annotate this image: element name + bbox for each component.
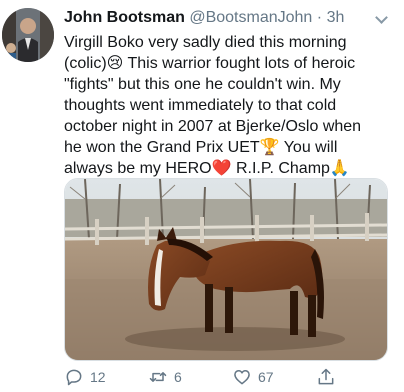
tweet-text-line: thoughts went immediately to that cold — [64, 97, 337, 114]
timestamp[interactable]: 3h — [327, 9, 345, 26]
tweet-text-line: Virgill Boko very sadly died this mornin… — [64, 34, 347, 51]
tweet-text-line: "fights" but this one he couldn't win. M… — [64, 76, 341, 93]
like-count: 67 — [258, 369, 274, 385]
reply-icon — [66, 369, 82, 386]
tweet-text-line: (colic)😢 This warrior fought lots of her… — [64, 55, 356, 72]
tweet-header: John Bootsman @BootsmanJohn · 3h — [64, 8, 396, 30]
share-button[interactable] — [316, 366, 336, 388]
tweet-text-line: always be my HERO❤️ R.I.P. Champ🙏 — [64, 160, 350, 177]
tweet-photo[interactable] — [64, 178, 388, 361]
author-name[interactable]: John Bootsman — [64, 9, 185, 26]
avatar-photo — [2, 8, 54, 62]
tweet-actions: 12 6 67 — [64, 366, 364, 388]
reply-button[interactable]: 12 — [64, 366, 106, 388]
author-handle[interactable]: @BootsmanJohn — [189, 9, 312, 26]
retweet-button[interactable]: 6 — [148, 366, 182, 388]
heart-icon — [234, 370, 250, 385]
share-icon — [318, 368, 334, 385]
reply-count: 12 — [90, 369, 106, 385]
like-button[interactable]: 67 — [232, 366, 274, 388]
retweet-icon — [149, 372, 167, 382]
tweet-card[interactable]: John Bootsman @BootsmanJohn · 3h Virgill… — [0, 0, 404, 392]
avatar[interactable] — [2, 8, 54, 62]
separator: · — [316, 9, 323, 26]
tweet-text: Virgill Boko very sadly died this mornin… — [64, 32, 390, 179]
tweet-text-line: october night in 2007 at Bjerke/Oslo whe… — [64, 118, 362, 135]
horse-photo — [65, 179, 387, 360]
tweet-text-line: he won the Grand Prix UET🏆 You will — [64, 139, 338, 156]
retweet-count: 6 — [174, 369, 182, 385]
